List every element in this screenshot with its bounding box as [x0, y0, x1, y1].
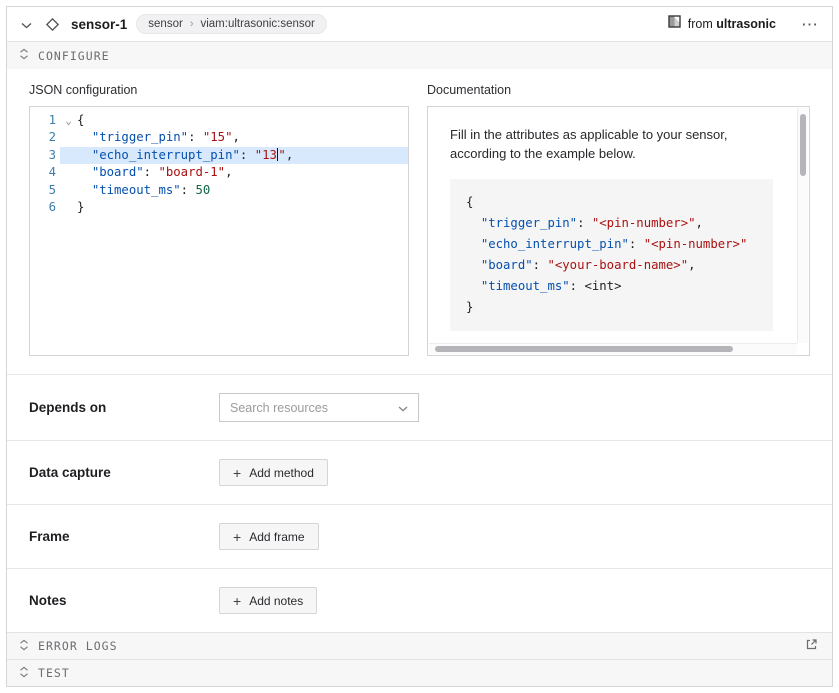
editor-line-5[interactable]: 5 "timeout_ms": 50	[30, 182, 408, 199]
add-notes-button[interactable]: + Add notes	[219, 587, 317, 614]
depends-on-row: Depends on Search resources	[7, 374, 832, 440]
documentation-panel: Fill in the attributes as applicable to …	[427, 106, 810, 356]
resource-model-label: viam:ultrasonic:sensor	[200, 18, 314, 30]
configure-body: JSON configuration 1⌄{2 "trigger_pin": "…	[7, 69, 832, 374]
collapse-card-button[interactable]	[19, 15, 34, 34]
documentation-label: Documentation	[427, 83, 810, 97]
frame-row: Frame + Add frame	[7, 504, 832, 568]
test-section-header[interactable]: TEST	[7, 659, 832, 686]
data-capture-label: Data capture	[29, 465, 219, 480]
fold-gutter	[60, 182, 77, 199]
editor-line-3[interactable]: 3 "echo_interrupt_pin": "13",	[30, 147, 408, 164]
doc-code-line: "timeout_ms": <int>	[466, 276, 757, 297]
resource-breadcrumb: sensor › viam:ultrasonic:sensor	[136, 14, 327, 34]
chevron-down-icon	[398, 399, 408, 417]
line-number: 5	[30, 182, 60, 199]
json-editor[interactable]: 1⌄{2 "trigger_pin": "15",3 "echo_interru…	[29, 106, 409, 356]
module-source-label: from ultrasonic	[688, 17, 776, 31]
documentation-column: Documentation Fill in the attributes as …	[427, 83, 810, 356]
open-logs-button[interactable]	[803, 636, 820, 656]
add-frame-button[interactable]: + Add frame	[219, 523, 319, 550]
line-number: 3	[30, 147, 60, 164]
vertical-scrollbar-thumb[interactable]	[800, 114, 806, 176]
horizontal-scrollbar-thumb[interactable]	[435, 346, 733, 352]
fold-gutter	[60, 199, 77, 216]
doc-code-line: "trigger_pin": "<pin-number>",	[466, 213, 757, 234]
expand-vertical-icon	[19, 639, 29, 654]
error-logs-section-label: ERROR LOGS	[38, 639, 118, 653]
doc-code-line: {	[466, 192, 757, 213]
editor-line-6[interactable]: 6}	[30, 199, 408, 216]
line-number: 4	[30, 164, 60, 181]
fold-gutter	[60, 164, 77, 181]
code-text: {	[77, 112, 408, 129]
add-method-button[interactable]: + Add method	[219, 459, 328, 486]
external-link-icon	[805, 638, 818, 654]
line-number: 1	[30, 112, 60, 129]
documentation-intro: Fill in the attributes as applicable to …	[450, 125, 775, 163]
configure-section-header[interactable]: CONFIGURE	[7, 41, 832, 69]
code-text: "timeout_ms": 50	[77, 182, 408, 199]
chevron-right-icon: ›	[190, 18, 194, 30]
doc-code-line: }	[466, 297, 757, 318]
depends-on-label: Depends on	[29, 400, 219, 415]
collapse-vertical-icon	[19, 48, 29, 63]
editor-line-4[interactable]: 4 "board": "board-1",	[30, 164, 408, 181]
code-text: "echo_interrupt_pin": "13",	[77, 147, 408, 164]
chevron-down-icon	[21, 17, 32, 32]
fold-gutter	[60, 129, 77, 146]
doc-code-line: "board": "<your-board-name>",	[466, 255, 757, 276]
error-logs-section-header[interactable]: ERROR LOGS	[7, 632, 832, 659]
json-configuration-column: JSON configuration 1⌄{2 "trigger_pin": "…	[29, 83, 409, 356]
depends-on-select[interactable]: Search resources	[219, 393, 419, 422]
line-number: 2	[30, 129, 60, 146]
doc-code-line: "echo_interrupt_pin": "<pin-number>"	[466, 234, 757, 255]
code-text: "board": "board-1",	[77, 164, 408, 181]
json-configuration-label: JSON configuration	[29, 83, 409, 97]
depends-on-placeholder: Search resources	[230, 401, 328, 415]
frame-label: Frame	[29, 529, 219, 544]
notes-label: Notes	[29, 593, 219, 608]
component-diamond-icon	[43, 15, 62, 34]
vertical-scrollbar[interactable]	[797, 108, 808, 343]
header-right: from ultrasonic ⋯	[668, 15, 820, 33]
plus-icon: +	[233, 466, 241, 480]
plus-icon: +	[233, 530, 241, 544]
data-capture-row: Data capture + Add method	[7, 440, 832, 504]
more-menu-button[interactable]: ⋯	[799, 16, 820, 33]
plus-icon: +	[233, 594, 241, 608]
test-section-label: TEST	[38, 666, 70, 680]
expand-vertical-icon	[19, 666, 29, 681]
configure-section-label: CONFIGURE	[38, 49, 110, 63]
doc-code: { "trigger_pin": "<pin-number>", "echo_i…	[450, 179, 773, 331]
editor-line-2[interactable]: 2 "trigger_pin": "15",	[30, 129, 408, 146]
editor-line-1[interactable]: 1⌄{	[30, 112, 408, 129]
horizontal-scrollbar[interactable]	[429, 343, 797, 354]
code-text: "trigger_pin": "15",	[77, 129, 408, 146]
editor-lines: 1⌄{2 "trigger_pin": "15",3 "echo_interru…	[30, 112, 408, 216]
resource-type-label: sensor	[148, 18, 183, 30]
fold-chevron-icon[interactable]: ⌄	[60, 112, 77, 129]
resource-card: sensor-1 sensor › viam:ultrasonic:sensor…	[6, 6, 833, 687]
line-number: 6	[30, 199, 60, 216]
code-text: }	[77, 199, 408, 216]
fold-gutter	[60, 147, 77, 164]
resource-title: sensor-1	[71, 17, 127, 32]
notes-row: Notes + Add notes	[7, 568, 832, 632]
module-icon	[668, 15, 681, 33]
card-header: sensor-1 sensor › viam:ultrasonic:sensor…	[7, 7, 832, 41]
